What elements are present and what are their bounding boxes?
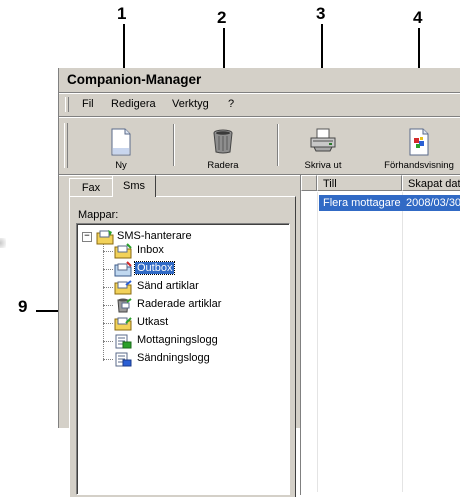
callout-9: 9 <box>18 297 28 316</box>
preview-button[interactable]: Förhandsvisning <box>379 122 459 172</box>
tree-root-label: SMS-hanterare <box>117 230 192 242</box>
menu-bar: Fil Redigera Verktyg ? <box>59 95 460 115</box>
tree-connector <box>103 341 113 342</box>
folders-label: Mappar: <box>78 209 119 221</box>
callout-1: 1 <box>117 4 127 23</box>
folder-label: Raderade artiklar <box>137 298 222 310</box>
delete-button[interactable]: Radera <box>183 122 263 172</box>
send-log-icon <box>114 351 132 371</box>
tree-connector <box>103 240 104 361</box>
background-shadow <box>0 238 6 248</box>
new-document-icon <box>109 128 133 160</box>
drafts-icon <box>114 315 132 335</box>
menu-tools[interactable]: Verktyg <box>172 98 209 110</box>
app-window: Companion-Manager Fil Redigera Verktyg ?… <box>58 68 460 497</box>
receive-log-icon <box>114 333 132 353</box>
print-button[interactable]: Skriva ut <box>283 122 363 172</box>
outbox-icon <box>114 261 132 281</box>
folders-pane: Mappar: − SMS-hanterare Inbox Outbox Sän… <box>69 196 296 497</box>
tree-connector <box>103 323 113 324</box>
tree-connector <box>103 269 113 270</box>
title-bar: Companion-Manager <box>59 68 460 92</box>
cell-to: Flera mottagare <box>323 197 401 209</box>
folder-label: Sänd artiklar <box>137 280 199 292</box>
callout-4: 4 <box>413 8 423 27</box>
menu-grip <box>65 97 69 112</box>
window-title: Companion-Manager <box>67 72 202 87</box>
column-header-selector[interactable] <box>301 175 317 191</box>
toolbar-separator <box>173 124 175 166</box>
grid-line <box>317 192 318 492</box>
callout-3: 3 <box>316 4 326 23</box>
folder-label: Outbox <box>133 261 176 275</box>
printer-icon <box>309 128 337 156</box>
delete-button-label: Radera <box>207 160 239 171</box>
deleted-items-icon <box>114 297 132 317</box>
new-button-label: Ny <box>115 160 127 171</box>
collapse-toggle-icon[interactable]: − <box>82 232 92 242</box>
menu-help[interactable]: ? <box>228 98 234 110</box>
sms-manager-icon <box>96 229 114 249</box>
print-preview-icon <box>407 128 431 160</box>
new-button[interactable]: Ny <box>81 122 161 172</box>
title-separator <box>59 92 460 94</box>
menu-edit[interactable]: Redigera <box>111 98 156 110</box>
tree-connector <box>103 287 113 288</box>
column-header-created[interactable]: Skapat dat <box>402 175 460 191</box>
inbox-icon <box>114 243 132 263</box>
tree-connector <box>103 251 113 252</box>
tab-sms[interactable]: Sms <box>112 175 156 197</box>
tree-connector <box>103 359 113 360</box>
message-list: Till Skapat dat Flera mottagare 2008/03/… <box>300 175 460 495</box>
tab-fax[interactable]: Fax <box>69 178 113 197</box>
sent-items-icon <box>114 279 132 299</box>
column-header-to[interactable]: Till <box>317 175 402 191</box>
folder-label: Utkast <box>137 316 169 328</box>
tree-connector <box>103 305 113 306</box>
trash-can-icon <box>211 128 235 158</box>
cell-created: 2008/03/30 <box>406 197 460 209</box>
toolbar-grip <box>64 123 68 168</box>
folder-label: Sändningslogg <box>137 352 210 364</box>
menu-file[interactable]: Fil <box>82 98 94 110</box>
toolbar-separator <box>277 124 279 166</box>
folder-label: Inbox <box>137 244 164 256</box>
folder-label: Mottagningslogg <box>137 334 218 346</box>
preview-button-label: Förhandsvisning <box>384 160 454 171</box>
folder-tree: − SMS-hanterare Inbox Outbox Sänd artikl… <box>76 223 290 495</box>
print-button-label: Skriva ut <box>304 160 342 171</box>
grid-line <box>402 192 403 492</box>
callout-2: 2 <box>217 8 227 27</box>
toolbar: Ny Radera Skriva ut Förhandsvisning <box>59 118 460 175</box>
